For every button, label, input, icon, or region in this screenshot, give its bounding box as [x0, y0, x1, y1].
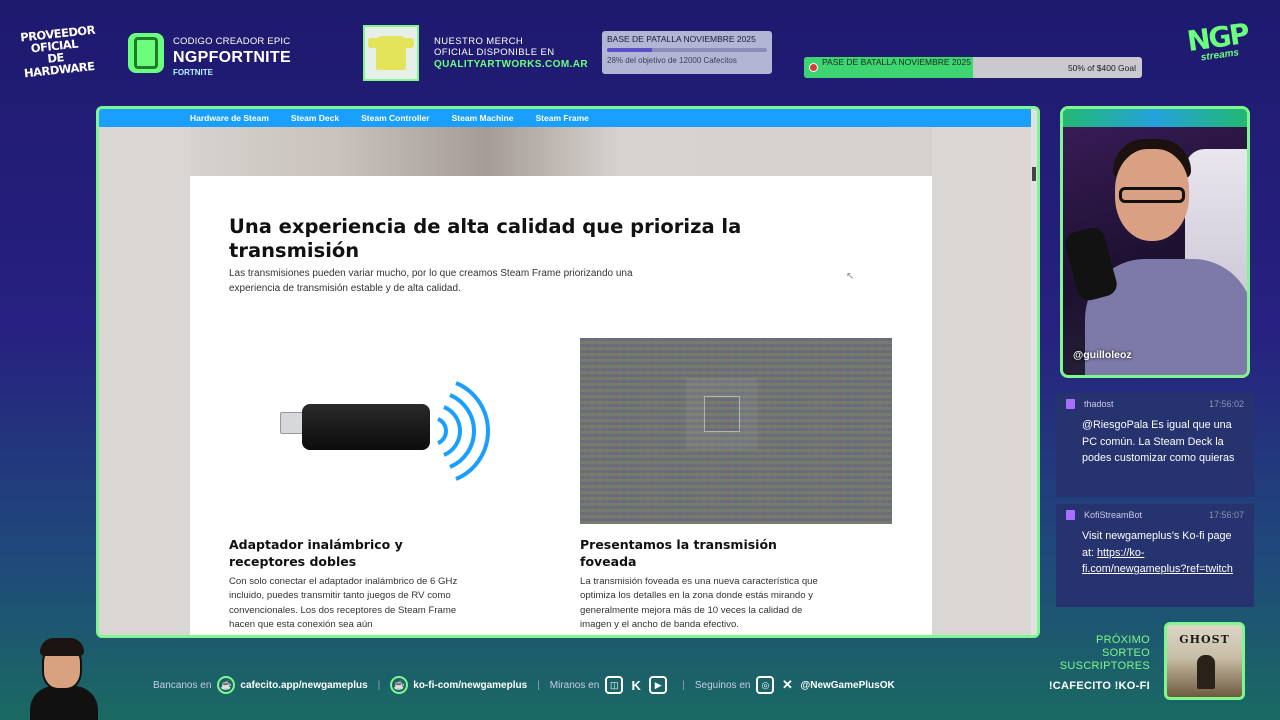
scrollbar-thumb[interactable] — [1032, 167, 1036, 181]
goal-title: BASE DE PATALLA NOVIEMBRE 2025 — [607, 34, 756, 44]
creator-code-game: FORTNITE — [173, 68, 213, 77]
wireless-signal-icon — [437, 381, 490, 481]
chat-username: KofiStreamBot — [1084, 510, 1143, 520]
kofi-icon — [809, 63, 818, 72]
instagram-icon[interactable]: ◎ — [756, 676, 775, 694]
goal-progress-bar — [607, 48, 767, 52]
section-lead: Las transmisiones pueden variar mucho, p… — [229, 268, 633, 294]
nav-link-steam-controller[interactable]: Steam Controller — [361, 113, 430, 123]
cafecito-icon: ☕ — [217, 676, 236, 694]
samurai-figure — [1197, 655, 1215, 689]
promo-line: SORTEO — [1101, 647, 1150, 659]
streamer-handle: @guilloleoz — [1073, 349, 1132, 361]
footer-separator: | — [537, 679, 540, 691]
scrollbar[interactable] — [1031, 109, 1037, 635]
footer-separator: | — [682, 679, 685, 691]
hero-image — [190, 127, 932, 176]
support-footer: Bancanos en ☕ cafecito.app/newgameplus |… — [153, 675, 895, 695]
feature-text: Con solo conectar el adaptador inalámbri… — [229, 576, 458, 630]
promo-line: PRÓXIMO — [1095, 634, 1150, 646]
chat-message-header: thadost 17:56:02 — [1066, 399, 1244, 409]
feature-text: La transmisión foveada es una nueva cara… — [580, 576, 818, 630]
footer-label: Miranos en — [549, 679, 600, 691]
twitch-icon[interactable]: ◫ — [605, 676, 624, 694]
chat-text: @RiesgoPala Es igual que una PC común. L… — [1082, 419, 1235, 464]
chat-text: Visit newgameplus's Ko-fi page at: https… — [1066, 528, 1244, 578]
ngp-streams-logo: NGP streams — [1178, 17, 1259, 66]
creator-code-value: NGPFORTNITE — [173, 49, 291, 66]
nav-link-steam-deck[interactable]: Steam Deck — [291, 113, 339, 123]
feature-title: Adaptador inalámbrico y receptores doble… — [229, 537, 403, 569]
wireless-adapter-image — [280, 376, 500, 486]
chat-message-header: KofiStreamBot 17:56:07 — [1066, 510, 1244, 520]
cafecito-goal-widget: BASE DE PATALLA NOVIEMBRE 2025 28% del o… — [602, 31, 772, 74]
nav-link-hardware[interactable]: Hardware de Steam — [190, 113, 269, 123]
merch-line: NUESTRO MERCH — [434, 36, 524, 47]
game-title: GHOST — [1179, 633, 1230, 646]
creator-code-label: CODIGO CREADOR EPIC — [173, 36, 291, 47]
chat-message: KofiStreamBot 17:56:07 Visit newgameplus… — [1056, 504, 1254, 607]
youtube-icon[interactable]: ▶ — [649, 676, 668, 694]
kofi-link[interactable]: ko-fi-com/newgameplus — [413, 680, 527, 691]
glasses-icon — [1119, 187, 1185, 203]
feature-title: Presentamos la transmisión foveada — [580, 537, 777, 569]
social-handle[interactable]: @NewGamePlusOK — [800, 680, 894, 691]
avatar-body — [30, 686, 98, 720]
cafecito-link[interactable]: cafecito.app/newgameplus — [240, 680, 367, 691]
led-lights — [1063, 109, 1247, 127]
epic-games-icon — [128, 33, 164, 73]
chat-link[interactable]: https://ko-fi.com/newgameplus?ref=twitch — [1082, 547, 1233, 576]
promo-commands: !CAFECITO !KO-FI — [1048, 680, 1150, 692]
chat-message: thadost 17:56:02 @RiesgoPala Es igual qu… — [1056, 393, 1254, 497]
footer-label: Seguinos en — [694, 679, 751, 691]
chat-timestamp: 17:56:07 — [1208, 510, 1244, 520]
goal-title: PASE DE BATALLA NOVIEMBRE 2025 — [822, 57, 971, 67]
merch-shirt-image — [363, 25, 419, 81]
webcam-feed: @guilloleoz — [1060, 106, 1250, 378]
kofi-goal-widget: PASE DE BATALLA NOVIEMBRE 2025 50% of $4… — [804, 57, 1142, 78]
sponsor-logo: PROVEEDOR OFICIAL DE HARDWARE — [20, 23, 96, 81]
goal-progress-fill — [607, 48, 652, 52]
x-icon[interactable]: ✕ — [779, 676, 795, 694]
goal-status: 28% del objetivo de 12000 Cafecitos — [607, 56, 737, 65]
chat-timestamp: 17:56:02 — [1208, 399, 1244, 409]
avatar-hair — [40, 638, 84, 656]
merch-panel: NUESTRO MERCH OFICIAL DISPONIBLE EN QUAL… — [434, 36, 588, 70]
merch-url: QUALITYARTWORKS.COM.AR — [434, 59, 588, 70]
footer-separator: | — [377, 679, 381, 691]
goal-status: 50% of $400 Goal — [1067, 63, 1136, 73]
nav-link-steam-machine[interactable]: Steam Machine — [452, 113, 514, 123]
feature-adapter: Adaptador inalámbrico y receptores doble… — [229, 536, 469, 632]
promo-line: SUSCRIPTORES — [1059, 660, 1150, 672]
adapter-body — [302, 404, 430, 450]
streamer-avatar — [26, 638, 102, 720]
steam-hardware-nav: Hardware de Steam Steam Deck Steam Contr… — [99, 109, 1031, 127]
foveated-streaming-video — [580, 338, 892, 524]
microphone-icon — [1063, 225, 1120, 303]
nav-link-steam-frame[interactable]: Steam Frame — [536, 113, 589, 123]
twitch-icon — [1066, 399, 1075, 409]
footer-label: Bancanos en — [153, 679, 212, 691]
merch-line: OFICIAL DISPONIBLE EN — [434, 47, 555, 58]
shirt-icon — [368, 36, 414, 70]
giveaway-promo: PRÓXIMO SORTEO SUSCRIPTORES !CAFECITO !K… — [1030, 634, 1150, 693]
content-card: Una experiencia de alta calidad que prio… — [190, 176, 932, 635]
kofi-icon: ☕ — [390, 676, 409, 694]
chat-username: thadost — [1084, 399, 1114, 409]
section-heading: Una experiencia de alta calidad que prio… — [229, 215, 742, 262]
creator-code-panel: CODIGO CREADOR EPIC NGPFORTNITE FORTNITE — [173, 36, 291, 77]
usb-plug — [280, 412, 304, 434]
kick-icon[interactable]: K — [628, 676, 644, 694]
feature-foveated: Presentamos la transmisión foveada La tr… — [580, 536, 820, 632]
giveaway-game-cover: GHOST — [1164, 622, 1245, 700]
mouse-cursor-icon: ↖ — [846, 271, 855, 282]
twitch-icon — [1066, 510, 1075, 520]
browser-window: Hardware de Steam Steam Deck Steam Contr… — [96, 106, 1040, 638]
